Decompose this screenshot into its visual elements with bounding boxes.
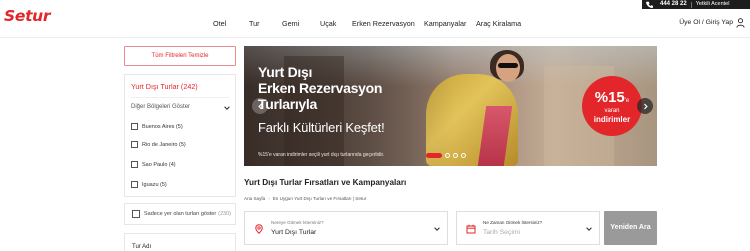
region-filter-panel: Yurt Dışı Turlar (242) Diğer Bölgeleri G… bbox=[124, 74, 236, 197]
only-available-label: Sadece yer olan turları göster bbox=[144, 211, 217, 217]
chevron-right-icon bbox=[643, 103, 648, 109]
nav-item-tur[interactable]: Tur bbox=[249, 19, 260, 28]
phone-icon bbox=[645, 0, 654, 9]
banner-prev-button[interactable] bbox=[252, 98, 268, 114]
sunglasses-icon bbox=[498, 63, 518, 68]
filter-option-iguazu[interactable]: Iguazu (5) bbox=[131, 180, 167, 189]
option-label: Sao Paulo (4) bbox=[142, 161, 176, 168]
chevron-down-icon[interactable] bbox=[433, 225, 441, 233]
banner-headline: Yurt Dışı Erken Rezervasyon Turlarıyla bbox=[258, 64, 382, 112]
tour-name-label: Tur Adı bbox=[132, 244, 152, 250]
breadcrumb-separator: › bbox=[268, 196, 270, 201]
filter-option-buenos-aires[interactable]: Buenos Aires (5) bbox=[131, 122, 183, 131]
pagination-dot[interactable] bbox=[426, 153, 442, 158]
checkbox[interactable] bbox=[132, 210, 140, 218]
chevron-down-icon[interactable] bbox=[585, 225, 593, 233]
destination-label: Nereye Gitmek İstersiniz? bbox=[271, 220, 324, 225]
option-label: Buenos Aires (5) bbox=[142, 123, 183, 130]
badge-pct: %15 bbox=[594, 89, 625, 106]
breadcrumb-home[interactable]: Ana Sayfa bbox=[244, 196, 265, 201]
checkbox[interactable] bbox=[131, 161, 138, 168]
badge-indirim: indirimler bbox=[593, 115, 631, 124]
checkbox[interactable] bbox=[131, 141, 138, 148]
headline-line-2: Erken Rezervasyon bbox=[258, 80, 383, 96]
only-available-filter[interactable]: Sadece yer olan turları göster (230) bbox=[124, 203, 236, 225]
contact-strip: 444 28 22 Yetkili Acentel bbox=[642, 0, 750, 9]
destination-value[interactable]: Yurt Dışı Turlar bbox=[271, 229, 316, 236]
clear-filters-button[interactable]: Tüm Filtreleri Temizle bbox=[124, 46, 236, 66]
main-nav: Otel Tur Gemi Uçak Erken Rezervasyon Kam… bbox=[0, 19, 750, 31]
user-icon[interactable] bbox=[736, 18, 745, 28]
nav-item-arac-kiralama[interactable]: Araç Kiralama bbox=[476, 19, 521, 28]
filter-option-sao-paulo[interactable]: Sao Paulo (4) bbox=[131, 160, 176, 169]
checkbox[interactable] bbox=[131, 123, 138, 130]
banner-note: %15'e varan indirimler seçili yurt dışı … bbox=[258, 152, 385, 158]
discount-badge: %15'e varan indirimler bbox=[582, 76, 642, 136]
headline-line-1: Yurt Dışı bbox=[258, 64, 313, 80]
nav-item-kampanyalar[interactable]: Kampanyalar bbox=[424, 19, 466, 28]
checkbox[interactable] bbox=[131, 181, 138, 188]
nav-item-ucak[interactable]: Uçak bbox=[320, 19, 336, 28]
only-available-count: (230) bbox=[218, 211, 231, 217]
banner-next-button[interactable] bbox=[637, 98, 653, 114]
agent-link[interactable]: Yetkili Acentel bbox=[696, 0, 730, 9]
chevron-down-icon[interactable] bbox=[223, 104, 231, 112]
phone-number[interactable]: 444 28 22 bbox=[660, 0, 687, 9]
divider bbox=[131, 97, 229, 98]
promo-banner[interactable]: Yurt Dışı Erken Rezervasyon Turlarıyla F… bbox=[244, 46, 657, 166]
option-label: Iguazu (5) bbox=[142, 181, 167, 188]
nav-item-otel[interactable]: Otel bbox=[213, 19, 226, 28]
pagination-dot[interactable] bbox=[461, 153, 466, 158]
login-link[interactable]: Üye Ol / Giriş Yap bbox=[679, 19, 733, 26]
nav-item-gemi[interactable]: Gemi bbox=[282, 19, 299, 28]
breadcrumb: Ana Sayfa › En Uygun Yurt Dışı Turları ve … bbox=[244, 196, 366, 201]
search-again-button[interactable]: Yeniden Ara bbox=[604, 211, 657, 245]
filter-option-rio-de-janeiro[interactable]: Rio de Janeiro (5) bbox=[131, 140, 186, 149]
destination-field[interactable]: Nereye Gitmek İstersiniz? Yurt Dışı Turl… bbox=[244, 211, 448, 245]
tour-name-filter[interactable]: Tur Adı bbox=[124, 233, 236, 251]
divider bbox=[690, 1, 692, 8]
date-placeholder[interactable]: Tarih Seçimi bbox=[483, 229, 520, 236]
calendar-icon bbox=[466, 224, 476, 234]
headline-line-3: Turlarıyla bbox=[258, 96, 317, 112]
chevron-left-icon bbox=[257, 103, 262, 109]
banner-subhead: Farklı Kültürleri Keşfet! bbox=[258, 120, 385, 135]
breadcrumb-current: En Uygun Yurt Dışı Turları ve Fırsatları… bbox=[272, 196, 367, 201]
banner-face bbox=[496, 54, 520, 82]
nav-item-erken-rezervasyon[interactable]: Erken Rezervasyon bbox=[352, 19, 415, 28]
date-label: Ne Zaman Gitmek İstersiniz? bbox=[483, 220, 543, 225]
map-pin-icon bbox=[255, 224, 263, 234]
discount-percent: %15'e bbox=[582, 89, 642, 106]
region-select[interactable]: Diğer Bölgeleri Göster bbox=[131, 104, 190, 110]
banner-pagination bbox=[426, 153, 466, 158]
badge-suffix: 'e bbox=[624, 98, 630, 104]
section-title: Yurt Dışı Turlar Fırsatları ve Kampanyal… bbox=[244, 178, 407, 187]
date-field[interactable]: Ne Zaman Gitmek İstersiniz? Tarih Seçimi bbox=[456, 211, 600, 245]
pagination-dot[interactable] bbox=[445, 153, 450, 158]
badge-varan: varan bbox=[604, 108, 620, 114]
filter-title: Yurt Dışı Turlar (242) bbox=[131, 82, 198, 91]
option-label: Rio de Janeiro (5) bbox=[142, 141, 186, 148]
top-contact-bar: 444 28 22 Yetkili Acentel bbox=[0, 0, 750, 9]
pagination-dot[interactable] bbox=[453, 153, 458, 158]
